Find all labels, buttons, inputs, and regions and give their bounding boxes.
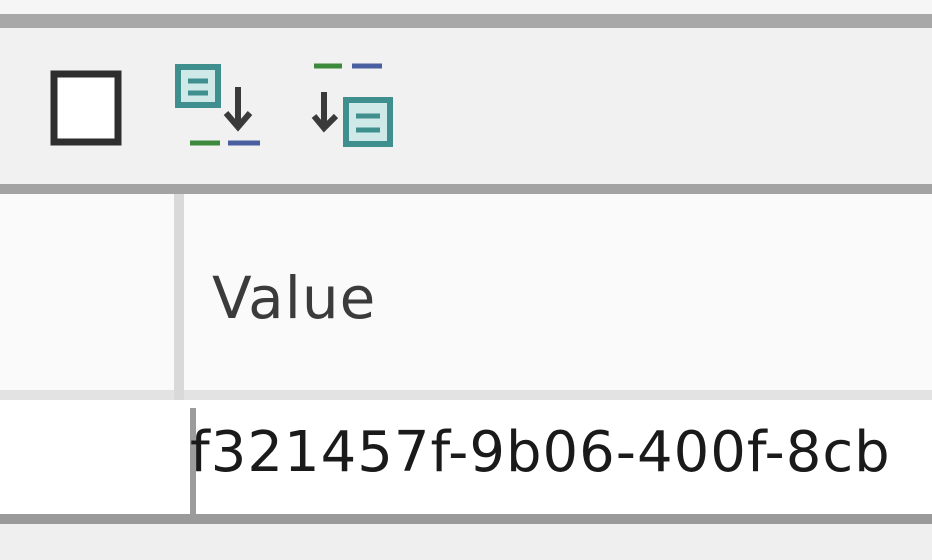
bottom-border xyxy=(0,514,932,524)
cell-value-text: f321457f-9b06-400f-8cb xyxy=(190,420,891,485)
checkbox-icon xyxy=(50,70,122,146)
property-grid: Value f321457f-9b06-400f-8cb xyxy=(0,194,932,524)
grid-header: Value xyxy=(0,194,932,400)
bottom-strip xyxy=(0,524,932,560)
table-row[interactable]: f321457f-9b06-400f-8cb xyxy=(0,400,932,524)
top-strip xyxy=(0,0,932,14)
cell-value[interactable]: f321457f-9b06-400f-8cb xyxy=(190,400,932,524)
move-down-button[interactable] xyxy=(165,48,271,168)
cell-name[interactable] xyxy=(0,400,174,524)
toolbar-divider xyxy=(0,184,932,194)
top-border xyxy=(0,14,932,28)
checkbox-button[interactable] xyxy=(38,48,134,168)
column-header-value[interactable]: Value xyxy=(212,264,376,332)
move-up-button[interactable] xyxy=(296,48,408,168)
window: Value f321457f-9b06-400f-8cb xyxy=(0,0,932,560)
move-down-icon xyxy=(175,64,260,146)
move-up-icon xyxy=(311,63,393,147)
toolbar xyxy=(0,28,932,184)
